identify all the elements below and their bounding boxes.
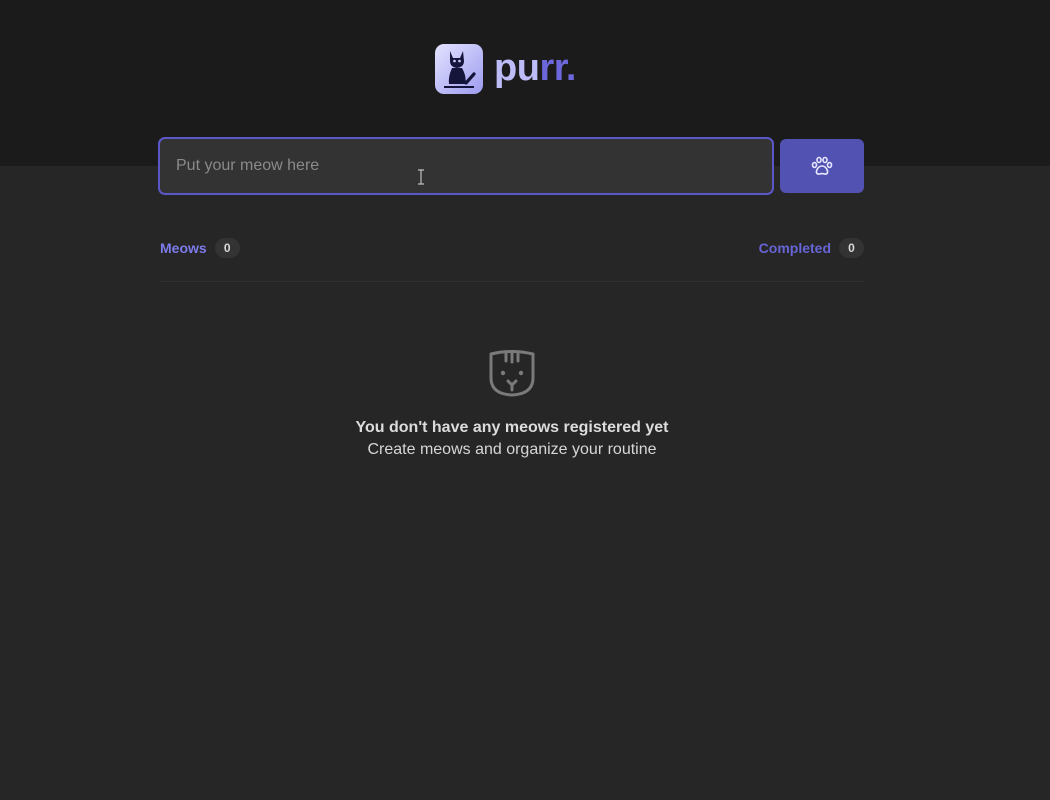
empty-state-subtitle: Create meows and organize your routine [367, 441, 657, 458]
add-meow-button[interactable] [780, 139, 864, 193]
empty-state-title: You don't have any meows registered yet [355, 419, 669, 436]
meows-counter: Meows 0 [160, 238, 240, 258]
paw-icon [811, 156, 833, 175]
cat-face-icon [489, 350, 535, 397]
meows-count-badge: 0 [214, 238, 240, 258]
meow-input[interactable] [158, 137, 774, 195]
app-title-part-1: pu [494, 47, 540, 89]
completed-label: Completed [758, 240, 831, 256]
meow-counters: Meows 0 Completed 0 [160, 237, 864, 259]
list-divider [160, 281, 864, 282]
empty-state: You don't have any meows registered yet … [160, 350, 864, 461]
app-title: purr. [494, 49, 576, 87]
cat-check-icon [435, 44, 483, 94]
app-logo: purr. [435, 44, 576, 94]
app-title-part-2: rr. [539, 47, 576, 89]
completed-count-badge: 0 [839, 238, 864, 258]
completed-counter: Completed 0 [759, 238, 864, 258]
new-meow-form [158, 137, 864, 195]
meows-label: Meows [160, 240, 207, 256]
